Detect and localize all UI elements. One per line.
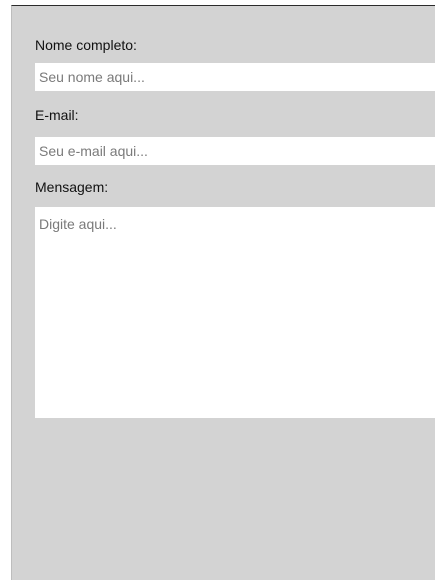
name-input[interactable]: Seu nome aqui... — [35, 63, 435, 91]
email-label: E-mail: — [35, 107, 79, 123]
name-label: Nome completo: — [35, 37, 137, 53]
contact-form: Nome completo: Seu nome aqui... E-mail: … — [11, 5, 435, 580]
message-textarea[interactable]: Digite aqui... — [35, 207, 435, 418]
message-label: Mensagem: — [35, 179, 109, 195]
email-input[interactable]: Seu e-mail aqui... — [35, 137, 435, 165]
